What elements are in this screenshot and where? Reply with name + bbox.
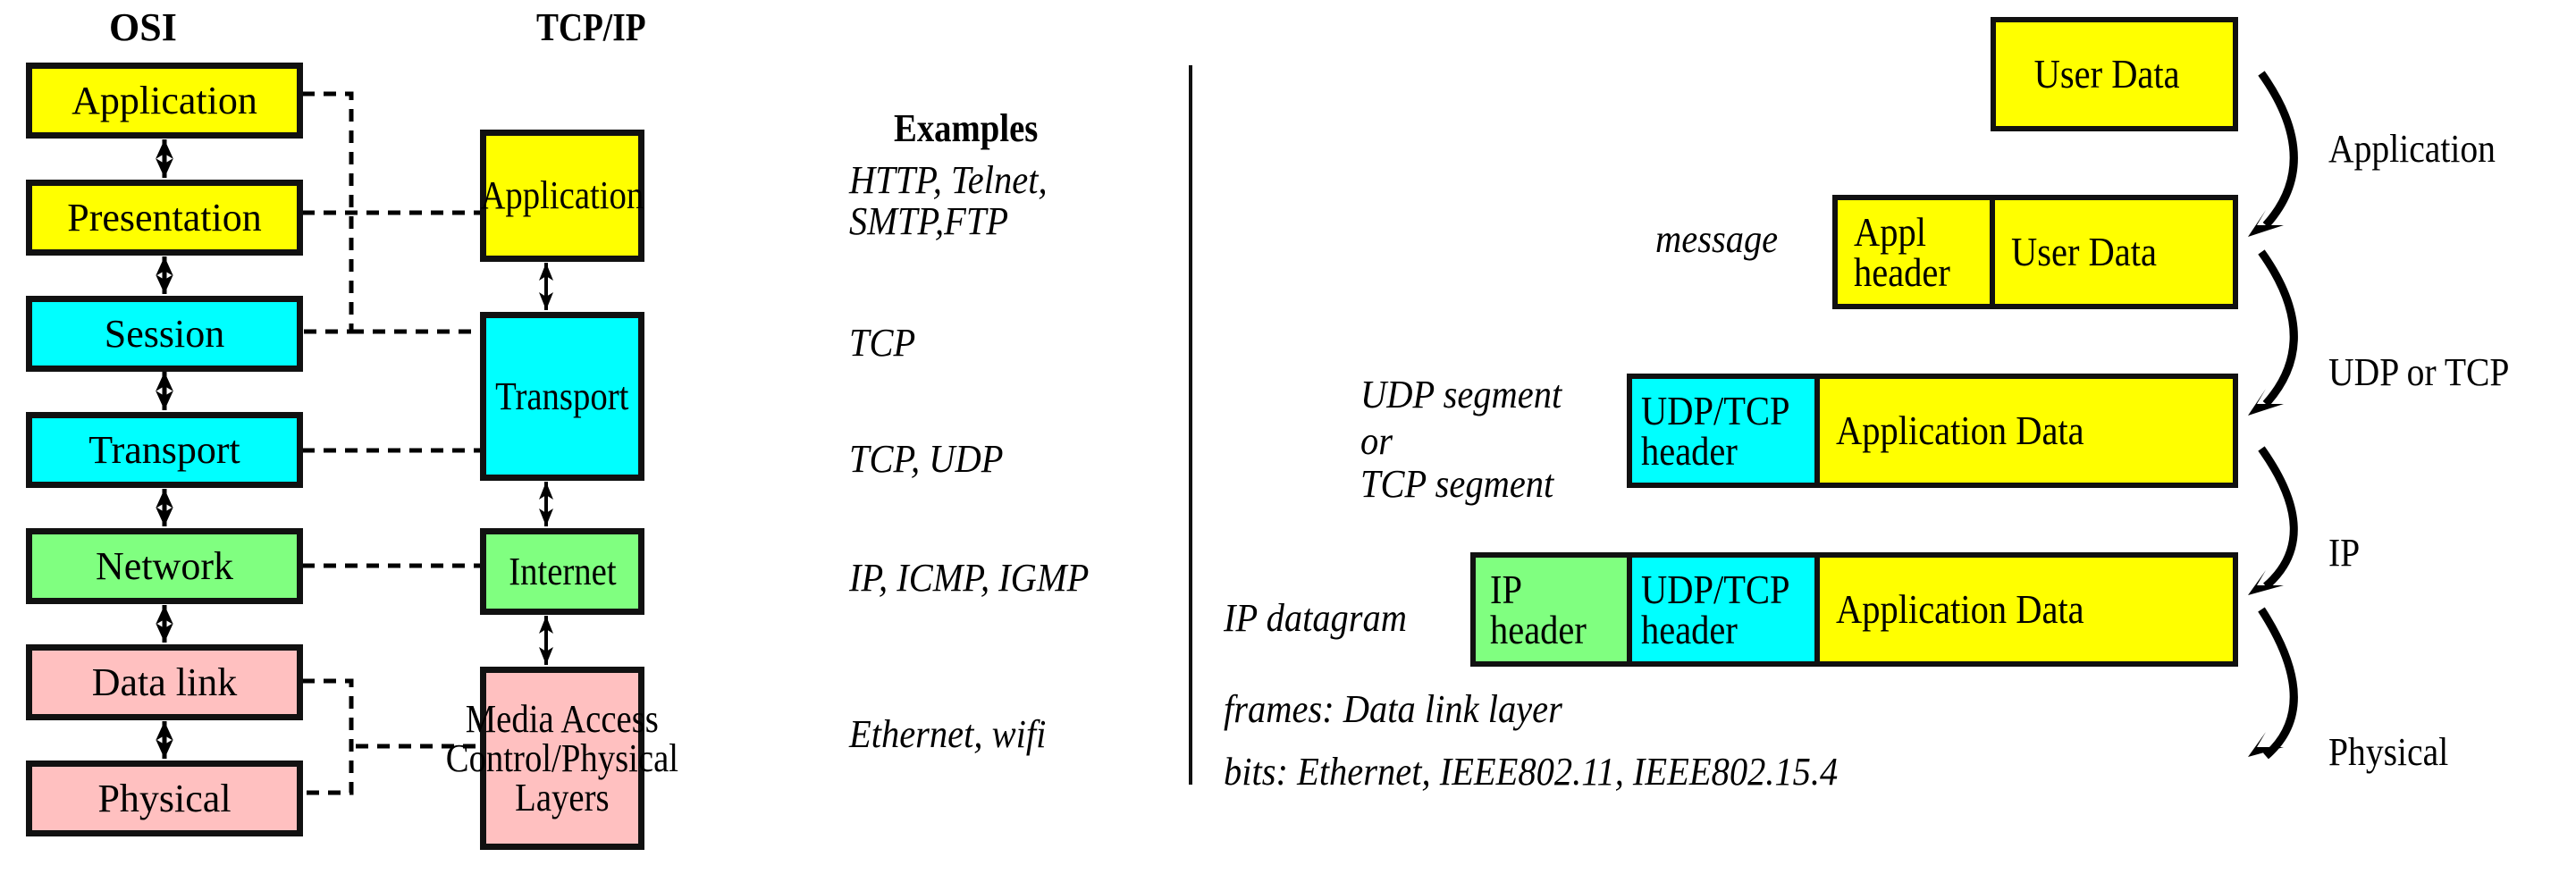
osi-layer-label: Presentation — [67, 195, 262, 240]
tcpip-layer-label-line3: Layers — [515, 775, 610, 819]
tcpip-layer-transport: Transport — [480, 312, 644, 481]
example-application-line2: SMTP,FTP — [849, 199, 1009, 243]
osi-layer-label: Data link — [91, 660, 238, 704]
examples-title: Examples — [894, 106, 1039, 150]
example-mac-physical: Ethernet, wifi — [849, 712, 1047, 756]
osi-layer-label: Application — [72, 78, 257, 122]
segment-label-line1: UDP/TCP — [1641, 566, 1790, 612]
example-internet: IP, ICMP, IGMP — [849, 556, 1090, 600]
encap-arrow-udp-tcp — [2258, 249, 2298, 408]
transition-ip: IP — [2328, 531, 2361, 575]
segment-label: Application Data — [1836, 586, 2084, 633]
segment-udp-tcp-header: UDP/TCP header — [1627, 552, 1820, 667]
caption-ip-datagram: IP datagram — [1224, 596, 1408, 640]
segment-label: User Data — [2011, 229, 2157, 275]
tcpip-title: TCP/IP — [536, 5, 646, 49]
note-bits: bits: Ethernet, IEEE802.11, IEEE802.15.4 — [1224, 750, 1839, 794]
segment-label-stack: Appl header — [1854, 208, 1950, 295]
osi-layer-application: Application — [26, 63, 303, 139]
segment-user-data: User Data — [1991, 17, 2238, 131]
segment-label-line1: IP — [1490, 566, 1522, 612]
tcpip-layer-label: Application — [480, 173, 644, 217]
tcpip-layer-label: Transport — [495, 374, 629, 418]
tcpip-layer-application: Application — [480, 130, 644, 262]
segment-label-line2: header — [1854, 249, 1950, 295]
osi-layer-transport: Transport — [26, 412, 303, 488]
segment-label-stack: IP header — [1490, 566, 1587, 652]
caption-tcp-segment: TCP segment — [1360, 462, 1554, 506]
encap-arrow-physical — [2258, 607, 2298, 760]
osi-layer-data-link: Data link — [26, 644, 303, 720]
osi-layer-session: Session — [26, 296, 303, 372]
example-transport-tcp-udp: TCP, UDP — [849, 437, 1004, 481]
mapping-lines — [302, 91, 480, 795]
segment-ip-header: IP header — [1470, 552, 1632, 667]
caption-or: or — [1360, 419, 1393, 463]
segment-application-data: Application Data — [1814, 374, 2238, 488]
segment-udp-tcp-header: UDP/TCP header — [1627, 374, 1820, 488]
segment-user-data-payload: User Data — [1990, 195, 2238, 309]
transition-physical: Physical — [2328, 730, 2449, 774]
map-datalink-physical — [302, 678, 354, 795]
osi-layer-label: Network — [96, 543, 233, 588]
osi-layer-label: Physical — [97, 776, 232, 820]
tcpip-layer-label-line1: Media Access — [465, 696, 660, 741]
segment-label: Application Data — [1836, 408, 2084, 454]
segment-application-data: Application Data — [1814, 552, 2238, 667]
osi-layer-label: Session — [104, 311, 225, 356]
segment-label-line2: header — [1641, 428, 1738, 474]
note-frames: frames: Data link layer — [1224, 687, 1562, 731]
osi-layer-network: Network — [26, 528, 303, 604]
tcpip-layer-mac-physical: Media Access Control/Physical Layers — [446, 667, 678, 850]
tcpip-layer-label: Internet — [508, 549, 617, 593]
transition-udp-or-tcp: UDP or TCP — [2328, 350, 2510, 394]
segment-label-line1: Appl — [1854, 208, 1926, 255]
osi-layer-label: Transport — [88, 427, 240, 472]
segment-label: User Data — [2033, 51, 2180, 97]
segment-label-line1: UDP/TCP — [1641, 387, 1790, 433]
caption-udp-segment: UDP segment — [1360, 373, 1562, 416]
segment-label-line2: header — [1490, 607, 1587, 652]
segment-label-stack: UDP/TCP header — [1641, 566, 1790, 652]
example-transport-tcp: TCP — [849, 321, 916, 365]
osi-layer-presentation: Presentation — [26, 180, 303, 256]
segment-label-stack: UDP/TCP header — [1641, 387, 1790, 474]
encap-arrow-application — [2258, 71, 2298, 229]
caption-message: message — [1655, 217, 1779, 261]
tcpip-layer-label-line2: Control/Physical — [445, 735, 679, 780]
example-application-line1: HTTP, Telnet, — [849, 158, 1048, 202]
encap-arrow-ip — [2258, 446, 2298, 590]
segment-label-line2: header — [1641, 607, 1738, 652]
osi-layer-physical: Physical — [26, 761, 303, 836]
osi-title: OSI — [109, 5, 177, 49]
encapsulation-arrows — [2258, 71, 2298, 760]
transition-application: Application — [2328, 127, 2496, 171]
segment-appl-header: Appl header — [1832, 195, 1993, 309]
tcpip-layer-internet: Internet — [480, 528, 644, 615]
